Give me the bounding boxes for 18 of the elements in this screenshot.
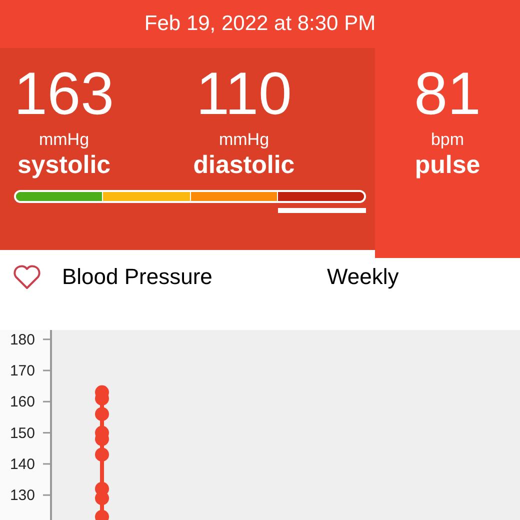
- y-tick-label: 180: [10, 331, 35, 348]
- date-label: Feb 19, 2022 at 8:30 PM: [144, 11, 376, 38]
- pulse-unit: bpm: [430, 130, 464, 150]
- reading-value: 110: [196, 62, 292, 126]
- period-label[interactable]: Weekly: [327, 260, 399, 293]
- y-tick-label: 140: [10, 456, 35, 473]
- reading-label: systolic: [17, 150, 111, 180]
- y-tick-label: 150: [10, 424, 35, 442]
- section-title: Blood Pressure: [62, 263, 214, 291]
- pulse-label: pulse: [414, 150, 480, 180]
- y-tick-label: 170: [10, 362, 35, 380]
- pulse-value: 81: [414, 62, 481, 126]
- unit-label: mmHg: [218, 130, 270, 150]
- reading-label: diastolic: [193, 150, 295, 180]
- y-tick-label: 130: [10, 487, 35, 504]
- y-tick-label: 160: [10, 394, 35, 411]
- reading-value: 163: [14, 62, 114, 126]
- unit-label: mmHg: [38, 130, 90, 150]
